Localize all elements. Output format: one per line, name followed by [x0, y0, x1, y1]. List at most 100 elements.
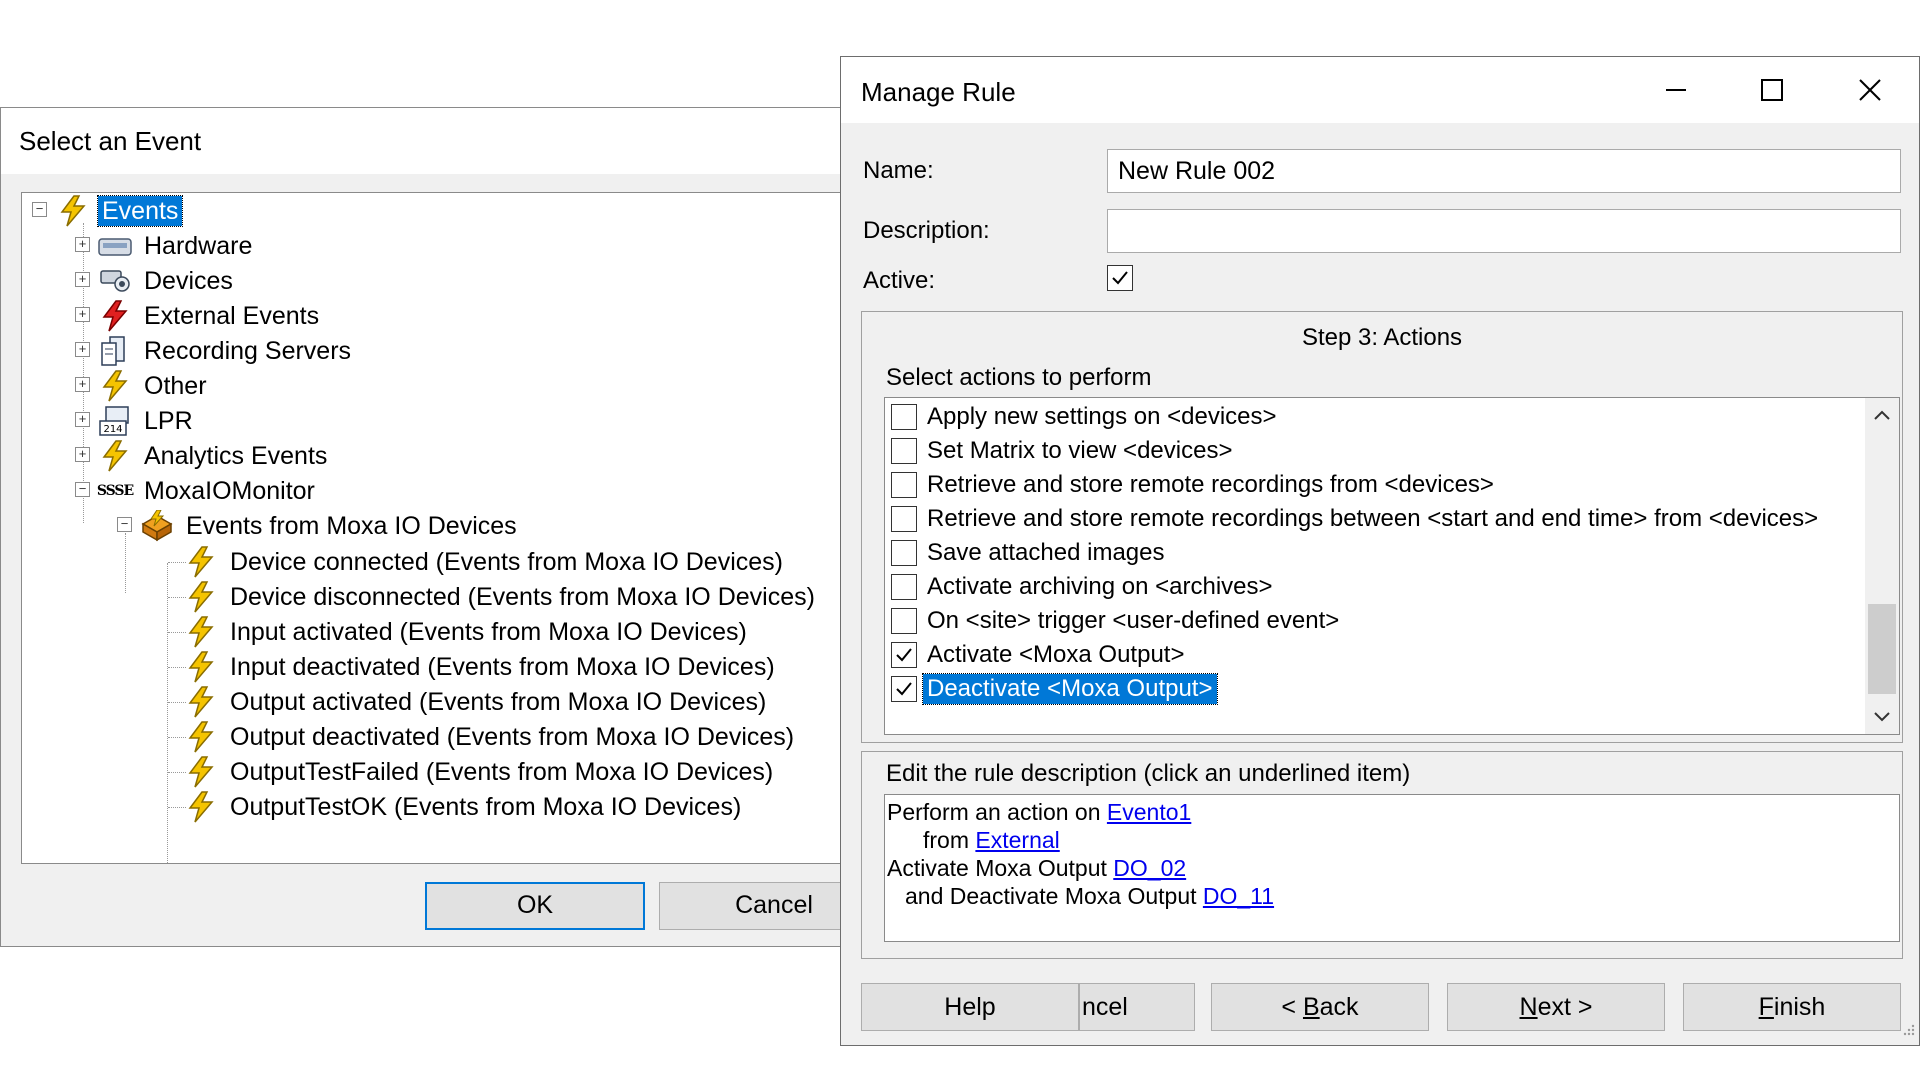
- tree-item-event[interactable]: Output activated (Events from Moxa IO De…: [184, 684, 770, 719]
- tree-item-hardware[interactable]: Hardware: [98, 228, 256, 263]
- tree-item-event[interactable]: OutputTestOK (Events from Moxa IO Device…: [184, 789, 745, 824]
- action-label: Deactivate <Moxa Output>: [922, 673, 1218, 705]
- tree-item-label: Analytics Events: [144, 441, 328, 470]
- action-checkbox[interactable]: [891, 540, 917, 566]
- manage-rule-titlebar[interactable]: Manage Rule: [841, 57, 1919, 123]
- action-checkbox[interactable]: [891, 404, 917, 430]
- rule-description-box: Perform an action on Evento1 from Extern…: [884, 794, 1900, 942]
- resize-grip-icon[interactable]: [1901, 1022, 1915, 1041]
- expand-icon[interactable]: +: [75, 412, 90, 427]
- cancel-button[interactable]: ncel: [1079, 983, 1195, 1031]
- action-label: Save attached images: [927, 539, 1165, 566]
- action-item[interactable]: Retrieve and store remote recordings fro…: [891, 468, 1498, 502]
- tree-item-other[interactable]: Other: [98, 368, 211, 403]
- edit-description-group: Edit the rule description (click an unde…: [861, 751, 1903, 959]
- expand-icon[interactable]: +: [75, 377, 90, 392]
- active-checkbox[interactable]: [1107, 265, 1133, 291]
- collapse-icon[interactable]: −: [32, 202, 47, 217]
- tree-item-recording-servers[interactable]: Recording Servers: [98, 333, 355, 368]
- devices-icon: [98, 265, 132, 297]
- tree-item-external-events[interactable]: External Events: [98, 298, 323, 333]
- tree-item-label: Input deactivated (Events from Moxa IO D…: [230, 652, 775, 681]
- tree-item-devices[interactable]: Devices: [98, 263, 237, 298]
- action-checkbox[interactable]: [891, 642, 917, 668]
- help-button[interactable]: Help: [861, 983, 1079, 1031]
- select-actions-label: Select actions to perform: [886, 364, 1152, 391]
- tree-item-label: Recording Servers: [144, 336, 352, 365]
- tree-item-label: Events: [96, 194, 184, 227]
- action-item[interactable]: On <site> trigger <user-defined event>: [891, 604, 1343, 638]
- collapse-icon[interactable]: −: [75, 482, 90, 497]
- next-button[interactable]: Next >: [1447, 983, 1665, 1031]
- step-title: Step 3: Actions: [1301, 324, 1463, 351]
- tree-item-event[interactable]: Input deactivated (Events from Moxa IO D…: [184, 649, 779, 684]
- maximize-icon[interactable]: [1737, 63, 1807, 117]
- scroll-down-icon[interactable]: [1873, 710, 1891, 728]
- tree-item-event[interactable]: Device disconnected (Events from Moxa IO…: [184, 579, 819, 614]
- action-item[interactable]: Set Matrix to view <devices>: [891, 434, 1236, 468]
- lightning-icon: [184, 685, 218, 718]
- select-event-titlebar[interactable]: Select an Event: [1, 108, 841, 174]
- actions-list[interactable]: Apply new settings on <devices> Set Matr…: [884, 397, 1900, 735]
- tree-item-moxa-group[interactable]: Events from Moxa IO Devices: [140, 508, 521, 543]
- action-item-selected[interactable]: Deactivate <Moxa Output>: [891, 672, 1218, 706]
- tree-item-event[interactable]: Device connected (Events from Moxa IO De…: [184, 544, 787, 579]
- collapse-icon[interactable]: −: [117, 517, 132, 532]
- action-item[interactable]: Save attached images: [891, 536, 1168, 570]
- source-link[interactable]: External: [975, 827, 1059, 853]
- tree-item-event[interactable]: OutputTestFailed (Events from Moxa IO De…: [184, 754, 777, 789]
- expand-icon[interactable]: +: [75, 272, 90, 287]
- select-event-title: Select an Event: [19, 126, 202, 156]
- tree-item-event[interactable]: Input activated (Events from Moxa IO Dev…: [184, 614, 751, 649]
- action-label: Set Matrix to view <devices>: [927, 437, 1233, 464]
- back-button[interactable]: < Back: [1211, 983, 1429, 1031]
- ok-button[interactable]: OK: [425, 882, 645, 930]
- expand-icon[interactable]: +: [75, 342, 90, 357]
- action-label: Activate <Moxa Output>: [927, 641, 1185, 668]
- tree-item-label: Hardware: [144, 231, 253, 260]
- lightning-icon: [98, 369, 132, 402]
- name-input[interactable]: [1107, 149, 1901, 193]
- action-label: Retrieve and store remote recordings fro…: [927, 471, 1494, 498]
- action-label: Activate archiving on <archives>: [927, 573, 1273, 600]
- action-item[interactable]: Apply new settings on <devices>: [891, 400, 1281, 434]
- action-label: Retrieve and store remote recordings bet…: [927, 505, 1819, 532]
- finish-button[interactable]: Finish: [1683, 983, 1901, 1031]
- tree-item-label: OutputTestFailed (Events from Moxa IO De…: [230, 757, 774, 786]
- event-link[interactable]: Evento1: [1107, 799, 1191, 825]
- action-item[interactable]: Retrieve and store remote recordings bet…: [891, 502, 1822, 536]
- scroll-thumb[interactable]: [1868, 604, 1896, 694]
- description-line: Activate Moxa Output DO_02: [887, 855, 1187, 881]
- expand-icon[interactable]: +: [75, 447, 90, 462]
- tree-item-label: Device connected (Events from Moxa IO De…: [230, 547, 783, 576]
- activate-output-link[interactable]: DO_02: [1113, 855, 1186, 881]
- scroll-up-icon[interactable]: [1873, 408, 1891, 426]
- tree-item-label: MoxaIOMonitor: [144, 476, 315, 505]
- action-checkbox[interactable]: [891, 676, 917, 702]
- tree-item-lpr[interactable]: 214 LPR: [98, 403, 197, 438]
- description-line: and Deactivate Moxa Output DO_11: [905, 883, 1275, 909]
- tree-item-analytics-events[interactable]: Analytics Events: [98, 438, 331, 473]
- event-tree[interactable]: − Events + Hardware + Devices + External…: [21, 192, 843, 864]
- tree-item-event[interactable]: Output deactivated (Events from Moxa IO …: [184, 719, 798, 754]
- actions-scrollbar[interactable]: [1865, 398, 1899, 734]
- tree-item-label: Devices: [144, 266, 233, 295]
- minimize-icon[interactable]: [1641, 63, 1711, 117]
- expand-icon[interactable]: +: [75, 307, 90, 322]
- check-icon: [896, 682, 912, 696]
- expand-icon[interactable]: +: [75, 237, 90, 252]
- hardware-icon: [98, 230, 132, 262]
- description-input[interactable]: [1107, 209, 1901, 253]
- close-icon[interactable]: [1835, 63, 1905, 117]
- action-item[interactable]: Activate archiving on <archives>: [891, 570, 1277, 604]
- action-checkbox[interactable]: [891, 608, 917, 634]
- action-checkbox[interactable]: [891, 438, 917, 464]
- tree-item-label: External Events: [144, 301, 320, 330]
- tree-item-events[interactable]: Events: [56, 193, 184, 228]
- action-checkbox[interactable]: [891, 574, 917, 600]
- action-item[interactable]: Activate <Moxa Output>: [891, 638, 1188, 672]
- action-checkbox[interactable]: [891, 506, 917, 532]
- tree-item-moxaiomonitor[interactable]: SSSE MoxaIOMonitor: [97, 473, 319, 508]
- action-checkbox[interactable]: [891, 472, 917, 498]
- deactivate-output-link[interactable]: DO_11: [1203, 883, 1274, 909]
